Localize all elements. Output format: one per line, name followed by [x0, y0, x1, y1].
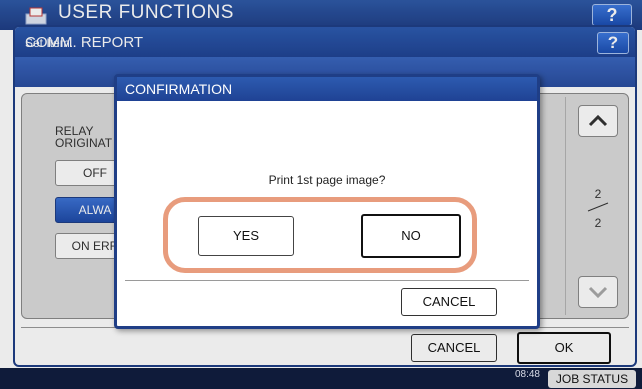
confirmation-dialog: CONFIRMATION Print 1st page image? YES N… — [114, 74, 540, 329]
yes-button[interactable]: YES — [198, 216, 294, 256]
dialog-cancel-button[interactable]: CANCEL — [401, 288, 497, 316]
status-bar — [0, 368, 642, 389]
dialog-title: CONFIRMATION — [125, 81, 233, 97]
dialog-divider — [125, 280, 529, 281]
no-button[interactable]: NO — [361, 214, 461, 258]
clock: 08:48 — [514, 369, 540, 380]
job-status-button[interactable]: JOB STATUS — [548, 370, 636, 388]
dialog-message: Print 1st page image? — [268, 173, 386, 187]
